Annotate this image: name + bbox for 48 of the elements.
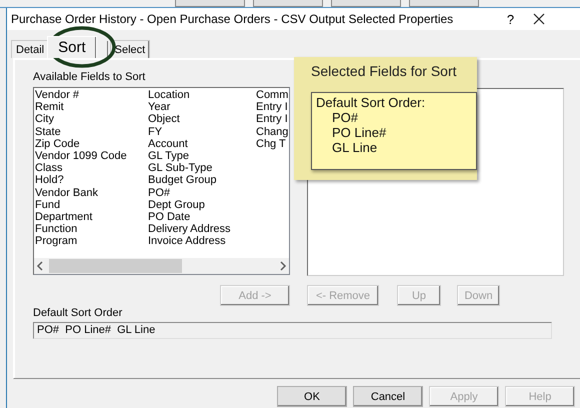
list-item[interactable]: Vendor 1099 Code — [35, 150, 127, 162]
list-item[interactable]: Vendor Bank — [35, 186, 98, 199]
list-item[interactable]: Chg T — [256, 138, 286, 150]
list-item[interactable]: Chang — [256, 126, 288, 138]
list-item[interactable]: Class — [35, 162, 63, 174]
list-item[interactable]: Fund — [35, 198, 60, 212]
list-item[interactable]: GL Sub-Type — [148, 162, 212, 174]
list-item[interactable]: Invoice Address — [148, 235, 226, 248]
list-item[interactable]: Department — [35, 211, 92, 224]
dialog-button[interactable]: OK — [277, 386, 347, 407]
list-item[interactable]: Account — [148, 138, 188, 150]
list-item[interactable]: Vendor # — [35, 89, 80, 102]
help-button[interactable]: ? — [492, 12, 529, 26]
sort-order-field[interactable]: PO# PO Line# GL Line — [33, 322, 552, 339]
tab[interactable]: Sort — [47, 36, 97, 58]
list-item[interactable]: Location — [148, 89, 190, 102]
list-item[interactable]: State — [35, 126, 61, 138]
list-item[interactable]: FY — [148, 126, 162, 138]
tab[interactable]: Detail — [11, 40, 50, 58]
field-label: Default Sort Order — [33, 307, 124, 319]
list-item[interactable]: Entry I — [256, 101, 288, 114]
note-item: PO Line# — [331, 125, 388, 140]
list-item[interactable]: Delivery Address — [148, 223, 231, 236]
note-heading: Default Sort Order: — [316, 95, 426, 110]
list-item[interactable]: Entry I — [256, 113, 288, 126]
list-label: Available Fields to Sort — [33, 71, 146, 83]
list-item[interactable]: Function — [35, 223, 78, 236]
list-item[interactable]: Year — [148, 101, 170, 114]
list-item[interactable]: Remit — [35, 101, 64, 114]
dialog-button[interactable]: Cancel — [353, 386, 423, 407]
list-item[interactable]: City — [35, 113, 54, 126]
list-item[interactable]: Object — [148, 113, 180, 126]
list-item[interactable]: Comm — [256, 89, 288, 102]
list-item[interactable]: Hold? — [35, 174, 64, 187]
horizontal-scrollbar[interactable] — [34, 257, 289, 274]
list-item[interactable]: Program — [35, 235, 78, 248]
list-item[interactable]: PO# — [148, 186, 170, 199]
list-item[interactable]: Budget Group — [148, 174, 216, 187]
list-item[interactable]: GL Type — [148, 150, 189, 162]
callout-title: Selected Fields for Sort — [311, 63, 457, 79]
list-item[interactable]: Dept Group — [148, 198, 205, 212]
tab[interactable]: Select — [110, 40, 150, 58]
window-title: Purchase Order History - Open Purchase Orders - CSV Output Selected Properties — [11, 12, 454, 26]
list-item[interactable]: PO Date — [148, 211, 190, 224]
list-item[interactable]: Zip Code — [35, 138, 80, 150]
note-item: PO# — [331, 110, 360, 125]
close-icon[interactable] — [533, 13, 545, 25]
note-item: GL Line — [331, 140, 378, 155]
